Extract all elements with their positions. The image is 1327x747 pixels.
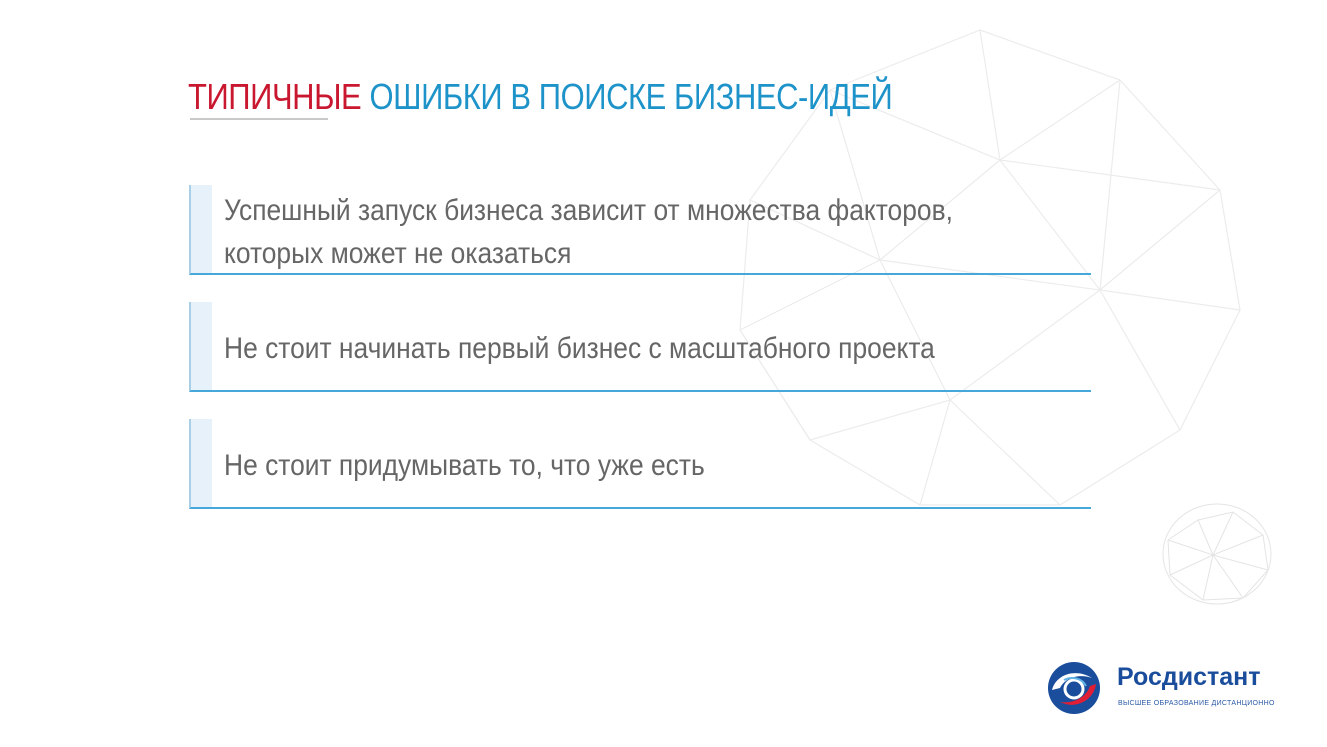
item-text: Успешный запуск бизнеса зависит от множе… <box>224 189 978 275</box>
list-item: Не стоит придумывать то, что уже есть <box>189 419 1091 509</box>
title-underline <box>190 118 328 120</box>
logo-name: Росдистант <box>1117 663 1261 691</box>
rosdistant-logo-icon <box>1048 662 1100 714</box>
title-accent: ТИПИЧНЫЕ <box>188 76 362 117</box>
slide: ТИПИЧНЫЕ ОШИБКИ В ПОИСКЕ БИЗНЕС-ИДЕЙ Усп… <box>0 0 1327 747</box>
small-globe-decoration <box>1162 503 1272 605</box>
item-strip <box>191 419 212 507</box>
item-text: Не стоит начинать первый бизнес с масшта… <box>224 327 978 370</box>
item-line: Успешный запуск бизнеса зависит от множе… <box>224 194 953 227</box>
item-line: которых может не оказаться <box>224 237 572 270</box>
list-item: Успешный запуск бизнеса зависит от множе… <box>189 185 1091 275</box>
title-main: ОШИБКИ В ПОИСКЕ БИЗНЕС-ИДЕЙ <box>369 76 893 117</box>
list-item: Не стоит начинать первый бизнес с масшта… <box>189 302 1091 392</box>
item-line: Не стоит придумывать то, что уже есть <box>224 449 705 482</box>
logo: Росдистант ВЫСШЕЕ ОБРАЗОВАНИЕ ДИСТАНЦИОН… <box>1046 660 1286 720</box>
item-line: Не стоит начинать первый бизнес с масшта… <box>224 332 935 365</box>
item-text: Не стоит придумывать то, что уже есть <box>224 444 978 487</box>
item-strip <box>191 185 212 273</box>
logo-tagline: ВЫСШЕЕ ОБРАЗОВАНИЕ ДИСТАНЦИОННО <box>1118 700 1275 707</box>
item-strip <box>191 302 212 390</box>
slide-title: ТИПИЧНЫЕ ОШИБКИ В ПОИСКЕ БИЗНЕС-ИДЕЙ <box>188 76 893 118</box>
